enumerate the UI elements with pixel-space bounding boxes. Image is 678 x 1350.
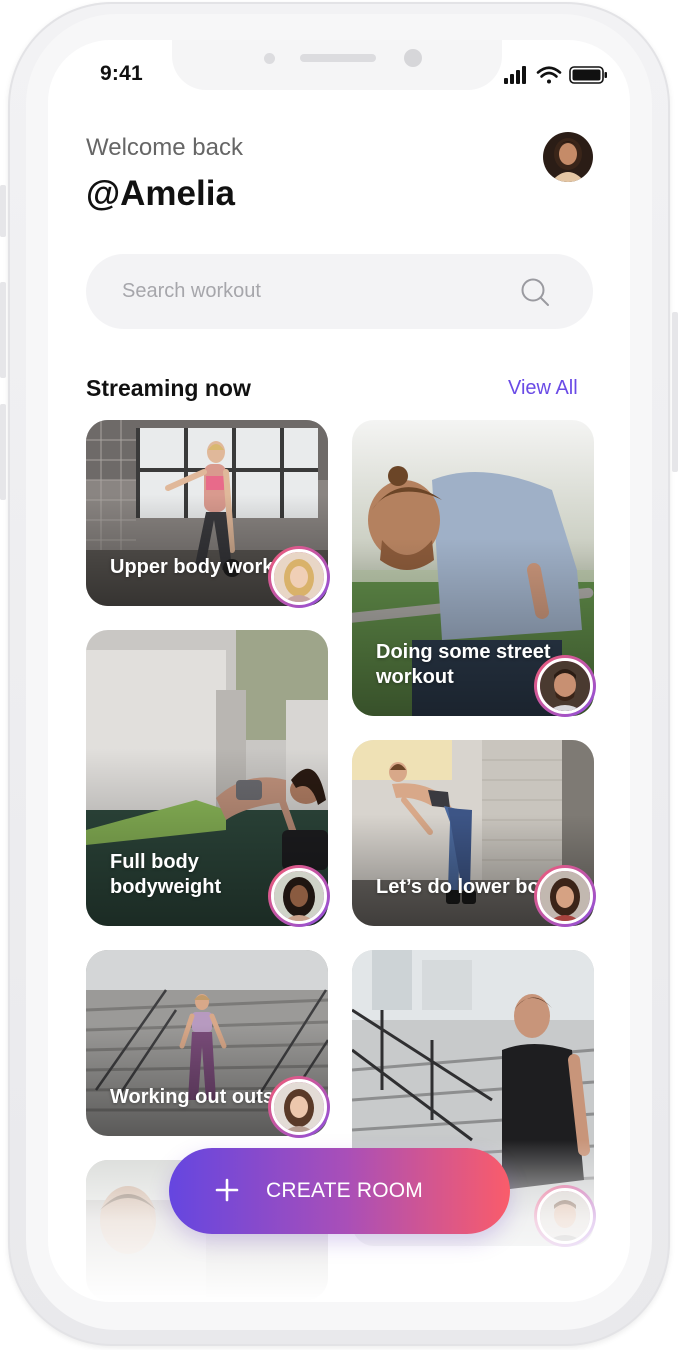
speaker-grille <box>300 54 376 62</box>
status-icons <box>502 64 610 86</box>
signal-icon <box>504 66 526 84</box>
search-icon[interactable] <box>520 277 550 307</box>
view-all-link[interactable]: View All <box>508 377 578 400</box>
user-avatar-icon[interactable] <box>543 132 593 182</box>
plus-icon <box>215 1178 239 1202</box>
streamer-avatar[interactable] <box>534 655 596 717</box>
streamer-avatar[interactable] <box>268 546 330 608</box>
notch <box>172 40 502 90</box>
wifi-icon <box>536 66 562 84</box>
streamer-avatar[interactable] <box>268 865 330 927</box>
create-room-label: CREATE ROOM <box>266 1179 423 1202</box>
streamer-avatar[interactable] <box>534 865 596 927</box>
welcome-text: Welcome back <box>86 134 243 161</box>
volume-down-button <box>0 404 6 500</box>
create-room-button[interactable]: CREATE ROOM <box>169 1148 510 1234</box>
power-button <box>672 312 678 472</box>
mute-switch <box>0 185 6 237</box>
streaming-now-heading: Streaming now <box>86 375 251 401</box>
search-bar <box>86 254 593 329</box>
username-heading: @Amelia <box>86 174 235 213</box>
status-time: 9:41 <box>100 62 143 85</box>
battery-icon <box>569 66 607 84</box>
streamer-avatar[interactable] <box>534 1185 596 1247</box>
volume-up-button <box>0 282 6 378</box>
search-input[interactable] <box>122 254 502 329</box>
front-camera <box>404 49 422 67</box>
sensor-dot <box>264 53 275 64</box>
streamer-avatar[interactable] <box>268 1076 330 1138</box>
